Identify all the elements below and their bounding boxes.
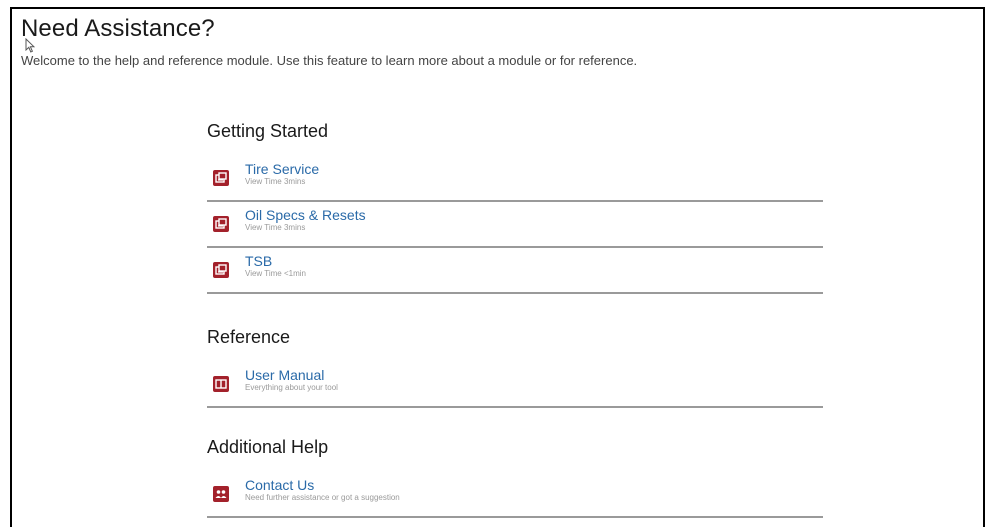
item-subtitle: View Time <1min: [245, 269, 306, 278]
page-subtitle: Welcome to the help and reference module…: [21, 53, 638, 68]
item-subtitle: Need further assistance or got a suggest…: [245, 493, 400, 502]
help-item-tsb[interactable]: TSB View Time <1min: [207, 248, 823, 294]
video-tutorial-icon: [213, 262, 229, 278]
item-label: TSB: [245, 253, 273, 269]
video-tutorial-icon: [213, 216, 229, 232]
item-label: Tire Service: [245, 161, 320, 177]
section-additional-help: Additional Help Contact Us Need further …: [207, 433, 823, 518]
item-label: User Manual: [245, 367, 325, 383]
item-subtitle: View Time 3mins: [245, 177, 306, 186]
book-icon: [213, 376, 229, 392]
section-reference: Reference User Manual Everything about y…: [207, 323, 823, 408]
section-title: Reference: [207, 327, 291, 347]
item-label: Contact Us: [245, 477, 315, 493]
help-item-user-manual[interactable]: User Manual Everything about your tool: [207, 362, 823, 408]
help-item-tire-service[interactable]: Tire Service View Time 3mins: [207, 156, 823, 202]
item-subtitle: View Time 3mins: [245, 223, 306, 232]
video-tutorial-icon: [213, 170, 229, 186]
item-subtitle: Everything about your tool: [245, 383, 338, 392]
help-item-oil-specs[interactable]: Oil Specs & Resets View Time 3mins: [207, 202, 823, 248]
page-title: Need Assistance?: [21, 15, 215, 42]
mouse-cursor-icon: [25, 38, 35, 53]
section-getting-started: Getting Started Tire Service View Time 3…: [207, 117, 823, 294]
section-title: Getting Started: [207, 121, 329, 141]
item-label: Oil Specs & Resets: [245, 207, 366, 223]
contact-icon: [213, 486, 229, 502]
help-item-contact-us[interactable]: Contact Us Need further assistance or go…: [207, 472, 823, 518]
section-title: Additional Help: [207, 437, 329, 457]
